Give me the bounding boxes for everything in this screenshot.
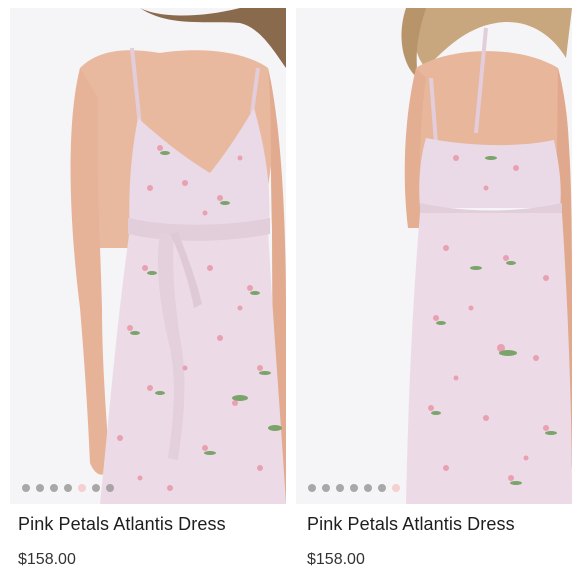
carousel-dot[interactable] [106, 484, 114, 492]
carousel-dot[interactable] [64, 484, 72, 492]
product-price: $158.00 [307, 551, 365, 568]
product-image-back[interactable] [296, 8, 572, 504]
carousel-dot[interactable] [50, 484, 58, 492]
dress-back-illustration [296, 8, 572, 504]
carousel-dot[interactable] [22, 484, 30, 492]
carousel-dot[interactable] [336, 484, 344, 492]
carousel-indicator[interactable] [308, 484, 400, 492]
product-title[interactable]: Pink Petals Atlantis Dress [18, 514, 226, 535]
product-card[interactable]: Pink Petals Atlantis Dress $158.00 [296, 0, 580, 580]
carousel-dot[interactable] [308, 484, 316, 492]
dress-front-illustration [10, 8, 286, 504]
product-card[interactable]: Pink Petals Atlantis Dress $158.00 [0, 0, 286, 580]
carousel-indicator[interactable] [22, 484, 114, 492]
carousel-dot[interactable] [36, 484, 44, 492]
carousel-dot[interactable] [78, 484, 86, 492]
carousel-dot[interactable] [350, 484, 358, 492]
product-title[interactable]: Pink Petals Atlantis Dress [307, 514, 515, 535]
product-price: $158.00 [18, 551, 76, 568]
product-grid: Pink Petals Atlantis Dress $158.00 Pink … [0, 0, 580, 580]
carousel-dot[interactable] [392, 484, 400, 492]
carousel-dot[interactable] [364, 484, 372, 492]
product-image-front[interactable] [10, 8, 286, 504]
carousel-dot[interactable] [378, 484, 386, 492]
carousel-dot[interactable] [322, 484, 330, 492]
carousel-dot[interactable] [92, 484, 100, 492]
